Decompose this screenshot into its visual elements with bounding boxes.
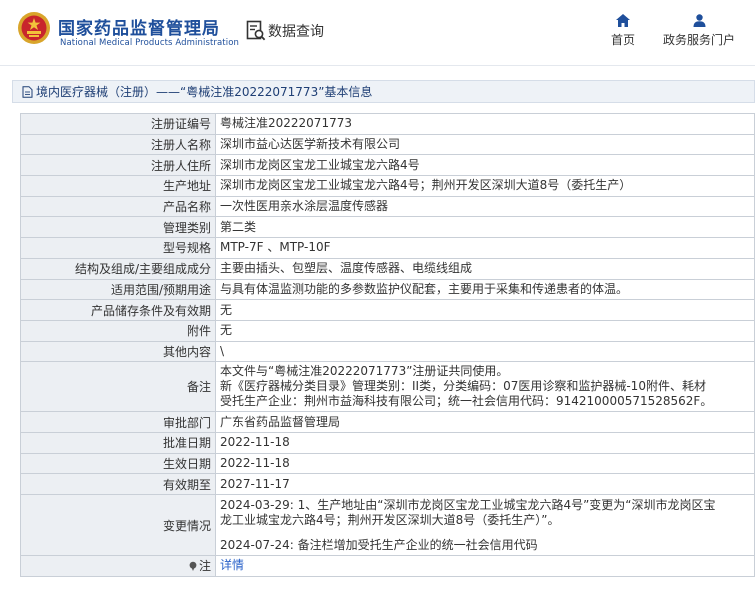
table-row: 审批部门 广东省药品监督管理局 — [20, 411, 755, 433]
row-value: 一次性医用亲水涂层温度传感器 — [215, 195, 755, 218]
row-value: 广东省药品监督管理局 — [215, 411, 755, 433]
remark-line: 受托生产企业：荆州市益海科技有限公司；统一社会信用代码：914210000571… — [220, 394, 713, 409]
table-row-changes: 变更情况 2024-03-29: 1、生产地址由“深圳市龙岗区宝龙工业城宝龙六路… — [20, 494, 755, 556]
row-value: 与具有体温监测功能的多参数监护仪配套，主要用于采集和传递患者的体温。 — [215, 278, 755, 301]
table-row: 批准日期 2022-11-18 — [20, 431, 755, 454]
nav-home[interactable]: 首页 — [605, 14, 641, 48]
row-value: \ — [215, 340, 755, 363]
row-label: 其他内容 — [20, 340, 216, 363]
site-subtitle: National Medical Products Administration — [60, 38, 239, 48]
site-title[interactable]: 国家药品监督管理局 — [58, 14, 220, 39]
site-header: 国家药品监督管理局 National Medical Products Admi… — [0, 0, 755, 66]
table-row: 结构及组成/主要组成成分 主要由插头、包塑层、温度传感器、电缆线组成 — [20, 257, 755, 280]
change-entry-line: 2024-07-24: 备注栏增加受托生产企业的统一社会信用代码 — [220, 538, 538, 552]
row-label: 注册证编号 — [20, 113, 216, 135]
row-value: 第二类 — [215, 216, 755, 239]
note-value: 详情 — [215, 555, 755, 577]
row-value: 无 — [215, 319, 755, 342]
remark-value: 本文件与“粤械注准20222071773”注册证共同使用。 新《医疗器械分类目录… — [215, 361, 755, 413]
row-label: 附件 — [20, 319, 216, 342]
row-label: 注册人名称 — [20, 133, 216, 156]
document-search-icon — [246, 20, 266, 41]
breadcrumb-text: 境内医疗器械（注册）——“粤械注准20222071773”基本信息 — [36, 85, 373, 99]
device-info-table: 注册证编号 粤械注准20222071773 注册人名称 深圳市益心达医学新技术有限公… — [20, 113, 755, 577]
table-row: 产品储存条件及有效期无 — [20, 299, 755, 321]
changes-label: 变更情况 — [20, 494, 216, 556]
row-label: 管理类别 — [20, 216, 216, 239]
details-link[interactable]: 详情 — [220, 558, 244, 572]
data-query-link[interactable]: 数据查询 — [246, 20, 324, 42]
row-label: 生产地址 — [20, 175, 216, 197]
remark-label: 备注 — [20, 361, 216, 413]
row-label: 有效期至 — [20, 473, 216, 495]
nav-gov-service[interactable]: 政务服务门户 — [657, 14, 741, 48]
note-label-cell: 注 — [20, 555, 216, 577]
row-value: 粤械注准20222071773 — [215, 113, 755, 135]
table-row-note: 注 详情 — [20, 555, 755, 577]
table-row: 注册证编号 粤械注准20222071773 — [20, 113, 755, 135]
table-row: 产品名称 一次性医用亲水涂层温度传感器 — [20, 195, 755, 218]
row-value: 2022-11-18 — [215, 452, 755, 475]
change-entry-line: 2024-03-29: 1、生产地址由“深圳市龙岗区宝龙工业城宝龙六路4号”变更… — [220, 498, 716, 512]
table-row: 管理类别 第二类 — [20, 216, 755, 239]
user-icon — [693, 14, 705, 27]
row-label: 注册人住所 — [20, 154, 216, 177]
breadcrumb: 境内医疗器械（注册）——“粤械注准20222071773”基本信息 — [12, 80, 755, 103]
row-value: 深圳市龙岗区宝龙工业城宝龙六路4号；荆州开发区深圳大道8号（委托生产） — [215, 175, 755, 197]
row-label: 型号规格 — [20, 237, 216, 259]
row-label: 结构及组成/主要组成成分 — [20, 257, 216, 280]
note-label: 注 — [198, 559, 211, 574]
table-row: 生产地址 深圳市龙岗区宝龙工业城宝龙六路4号；荆州开发区深圳大道8号（委托生产） — [20, 175, 755, 197]
remark-line: 新《医疗器械分类目录》管理类别：II类，分类编码：07医用诊察和监护器械-10附… — [220, 379, 706, 394]
row-label: 产品名称 — [20, 195, 216, 218]
table-row: 注册人名称 深圳市益心达医学新技术有限公司 — [20, 133, 755, 156]
row-value: MTP-7F 、MTP-10F — [215, 237, 755, 259]
row-label: 审批部门 — [20, 411, 216, 433]
row-value: 深圳市龙岗区宝龙工业城宝龙六路4号 — [215, 154, 755, 177]
row-label: 生效日期 — [20, 452, 216, 475]
data-query-label: 数据查询 — [268, 24, 324, 40]
nav-home-label: 首页 — [610, 33, 635, 47]
row-label: 产品储存条件及有效期 — [20, 299, 216, 321]
home-icon — [616, 14, 630, 27]
remark-line: 本文件与“粤械注准20222071773”注册证共同使用。 — [220, 364, 509, 379]
row-label: 批准日期 — [20, 431, 216, 454]
table-row: 适用范围/预期用途 与具有体温监测功能的多参数监护仪配套，主要用于采集和传递患者的… — [20, 278, 755, 301]
table-row: 型号规格 MTP-7F 、MTP-10F — [20, 237, 755, 259]
table-row: 生效日期 2022-11-18 — [20, 452, 755, 475]
change-gap — [220, 528, 754, 538]
row-label: 适用范围/预期用途 — [20, 278, 216, 301]
row-value: 主要由插头、包塑层、温度传感器、电缆线组成 — [215, 257, 755, 280]
row-value: 无 — [215, 299, 755, 321]
document-icon — [22, 85, 33, 98]
change-entry-line: 龙工业城宝龙六路4号；荆州开发区深圳大道8号（委托生产）”。 — [220, 513, 560, 527]
row-value: 2022-11-18 — [215, 431, 755, 454]
table-row: 注册人住所 深圳市龙岗区宝龙工业城宝龙六路4号 — [20, 154, 755, 177]
national-emblem-icon[interactable] — [17, 11, 51, 45]
changes-value: 2024-03-29: 1、生产地址由“深圳市龙岗区宝龙工业城宝龙六路4号”变更… — [215, 494, 755, 556]
row-value: 2027-11-17 — [215, 473, 755, 495]
table-row: 附件无 — [20, 319, 755, 342]
table-row: 其他内容 \ — [20, 340, 755, 363]
table-row: 有效期至 2027-11-17 — [20, 473, 755, 495]
nav-gov-label: 政务服务门户 — [662, 33, 735, 47]
row-value: 深圳市益心达医学新技术有限公司 — [215, 133, 755, 156]
pin-icon — [189, 561, 197, 571]
table-row-remark: 备注 本文件与“粤械注准20222071773”注册证共同使用。 新《医疗器械分… — [20, 361, 755, 413]
note-label-wrap: 注 — [188, 557, 211, 574]
